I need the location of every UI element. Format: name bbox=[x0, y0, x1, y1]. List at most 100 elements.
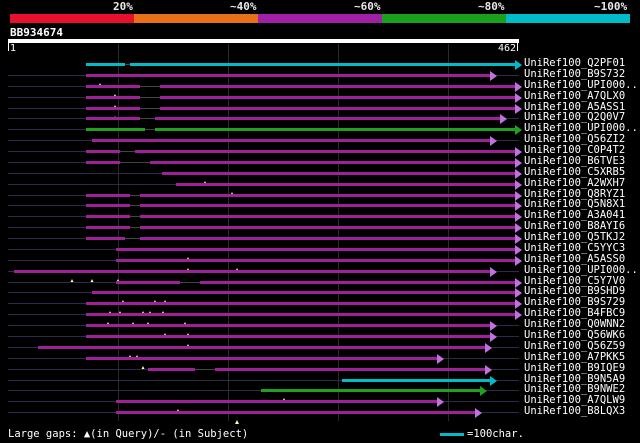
hit-arrow-icon bbox=[500, 114, 507, 124]
subject-gap-line bbox=[130, 227, 140, 228]
hit-bar[interactable] bbox=[92, 139, 490, 142]
hit-arrow-icon bbox=[515, 245, 522, 255]
percent-label: ~80% bbox=[478, 0, 505, 13]
query-ruler bbox=[8, 39, 519, 43]
hit-bar[interactable] bbox=[86, 237, 515, 240]
ruler-start-label: 1 bbox=[10, 43, 17, 54]
percent-label: ~100% bbox=[594, 0, 628, 13]
hit-arrow-icon bbox=[515, 60, 522, 70]
hit-label-link[interactable]: UniRef100_B8LQX3 bbox=[524, 405, 625, 417]
hit-bar[interactable] bbox=[116, 281, 515, 284]
hit-arrow-icon bbox=[515, 191, 522, 201]
hit-bar[interactable] bbox=[176, 183, 515, 186]
query-name: BB934674 bbox=[10, 26, 63, 39]
grid-line bbox=[338, 44, 339, 421]
hit-bar[interactable] bbox=[261, 389, 480, 392]
subject-gap-line bbox=[140, 86, 160, 87]
hit-arrow-icon bbox=[515, 256, 522, 266]
subject-gap-line bbox=[180, 282, 200, 283]
hit-arrow-icon bbox=[515, 234, 522, 244]
hit-arrow-icon bbox=[515, 212, 522, 222]
hit-arrow-icon bbox=[515, 82, 522, 92]
hit-bar[interactable] bbox=[342, 379, 490, 382]
color-scale-segment bbox=[506, 14, 630, 23]
ruler-end-tick bbox=[517, 41, 518, 51]
hit-bar[interactable] bbox=[14, 270, 490, 273]
hit-bar[interactable] bbox=[86, 313, 515, 316]
hit-arrow-icon bbox=[515, 223, 522, 233]
hit-arrow-icon bbox=[480, 386, 487, 396]
hit-arrow-icon bbox=[485, 343, 492, 353]
blast-hit-graph: 20% ~40% ~60% ~80% ~100% BB934674 1 462 UniR… bbox=[0, 0, 640, 443]
hit-bar[interactable] bbox=[86, 357, 437, 360]
grid-line bbox=[228, 44, 229, 421]
subject-gap-line bbox=[145, 129, 155, 130]
subject-gap-line bbox=[195, 369, 215, 370]
hit-bar[interactable] bbox=[86, 74, 490, 77]
grid-line bbox=[448, 44, 449, 421]
hit-arrow-icon bbox=[515, 104, 522, 114]
hit-arrow-icon bbox=[515, 158, 522, 168]
hit-arrow-icon bbox=[515, 278, 522, 288]
hit-arrow-icon bbox=[490, 267, 497, 277]
percent-label: 20% bbox=[113, 0, 133, 13]
hit-bar[interactable] bbox=[86, 63, 515, 66]
hit-arrow-icon bbox=[515, 201, 522, 211]
hit-arrow-icon bbox=[490, 71, 497, 81]
hit-bar[interactable] bbox=[86, 324, 490, 327]
ruler-end-label: 462 bbox=[498, 43, 517, 54]
hit-arrow-icon bbox=[490, 321, 497, 331]
hit-arrow-icon bbox=[437, 397, 444, 407]
hit-arrow-icon bbox=[515, 299, 522, 309]
hit-bar[interactable] bbox=[86, 215, 515, 218]
hit-arrow-icon bbox=[515, 147, 522, 157]
hit-arrow-icon bbox=[515, 93, 522, 103]
color-scale-segment bbox=[134, 14, 258, 23]
grid-line bbox=[118, 44, 119, 421]
hit-bar[interactable] bbox=[86, 335, 490, 338]
percent-label: ~60% bbox=[354, 0, 381, 13]
hit-bar[interactable] bbox=[38, 346, 485, 349]
hit-bar[interactable] bbox=[86, 226, 515, 229]
subject-gap-line bbox=[130, 205, 140, 206]
hit-bar[interactable] bbox=[116, 400, 437, 403]
color-scale-segment bbox=[258, 14, 382, 23]
hit-arrow-icon bbox=[437, 354, 444, 364]
hit-bar[interactable] bbox=[86, 194, 515, 197]
hit-arrow-icon bbox=[490, 136, 497, 146]
hit-bar[interactable] bbox=[162, 172, 515, 175]
subject-gap-line bbox=[125, 64, 130, 65]
hit-bar[interactable] bbox=[86, 302, 515, 305]
color-scale-segment bbox=[10, 14, 134, 23]
hit-bar[interactable] bbox=[92, 291, 515, 294]
subject-gap-line bbox=[140, 108, 160, 109]
hit-bar[interactable] bbox=[86, 150, 515, 153]
hit-arrow-icon bbox=[485, 365, 492, 375]
hit-arrow-icon bbox=[515, 125, 522, 135]
percent-label: ~40% bbox=[230, 0, 257, 13]
gaps-legend: Large gaps: ▲(in Query)/- (in Subject) bbox=[8, 428, 249, 440]
hit-arrow-icon bbox=[490, 332, 497, 342]
hit-arrow-icon bbox=[515, 288, 522, 298]
hit-arrow-icon bbox=[515, 169, 522, 179]
subject-gap-line bbox=[140, 97, 160, 98]
hit-bar[interactable] bbox=[116, 259, 515, 262]
hit-bar[interactable] bbox=[116, 411, 475, 414]
hit-arrow-icon bbox=[475, 408, 482, 418]
query-gap-marker-icon bbox=[235, 420, 239, 424]
hit-arrow-icon bbox=[490, 376, 497, 386]
subject-gap-line bbox=[140, 118, 155, 119]
hit-bar[interactable] bbox=[86, 204, 515, 207]
subject-gap-line bbox=[120, 162, 150, 163]
scale-legend-bar bbox=[440, 433, 464, 436]
subject-gap-line bbox=[130, 195, 140, 196]
hit-arrow-icon bbox=[515, 310, 522, 320]
hit-arrow-icon bbox=[515, 180, 522, 190]
subject-gap-line bbox=[130, 216, 140, 217]
color-scale-segment bbox=[382, 14, 506, 23]
ruler-start-tick bbox=[8, 41, 9, 51]
hit-bar[interactable] bbox=[86, 161, 515, 164]
subject-gap-line bbox=[125, 238, 140, 239]
scale-legend-label: =100char. bbox=[467, 428, 524, 440]
hit-bar[interactable] bbox=[116, 248, 515, 251]
